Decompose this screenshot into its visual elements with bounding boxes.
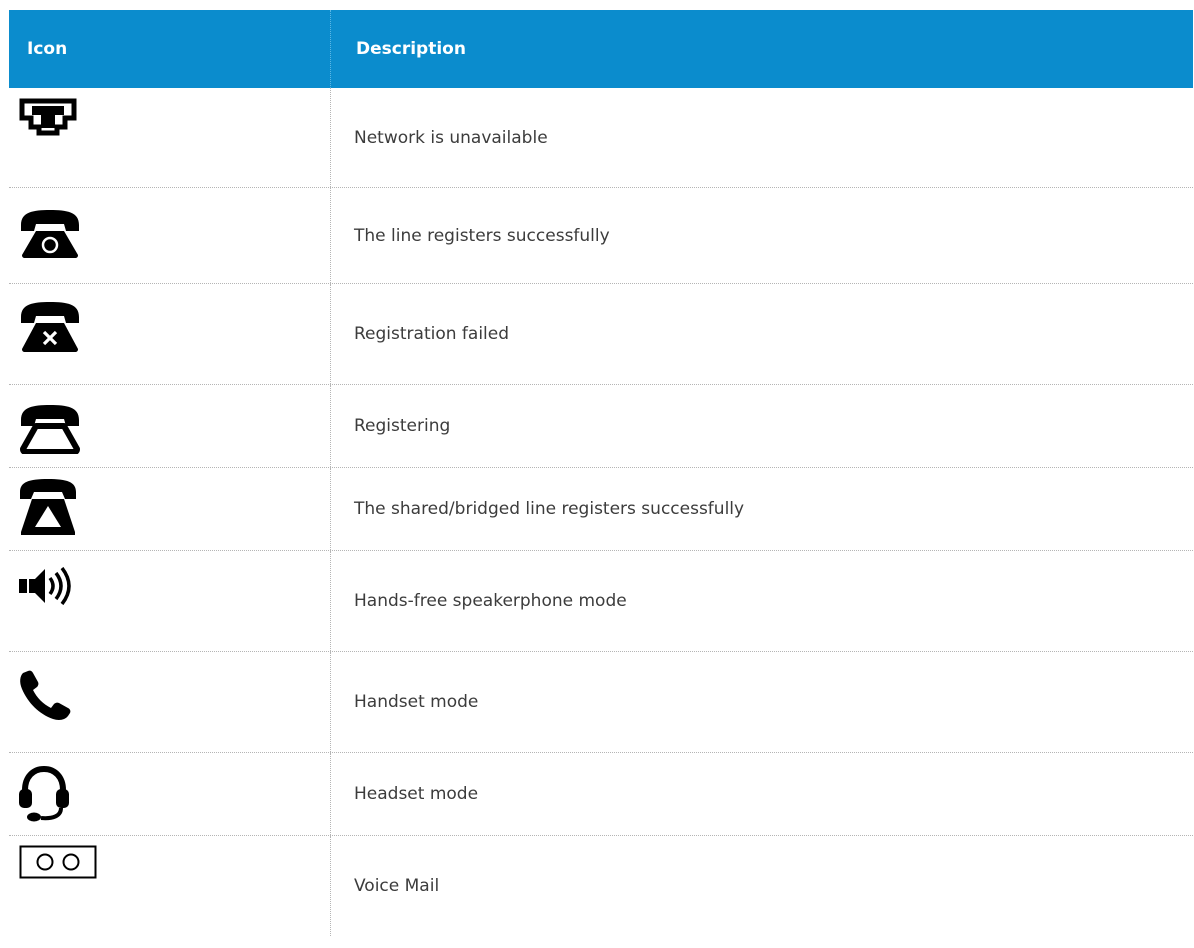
voicemail-icon: [19, 845, 97, 879]
header-divider: [330, 10, 331, 88]
table-row: Handset mode: [9, 652, 1193, 753]
row-description: The line registers successfully: [354, 225, 610, 246]
icon-cell: [9, 753, 331, 835]
description-cell: The shared/bridged line registers succes…: [331, 499, 744, 519]
table-row: Registering: [9, 385, 1193, 468]
description-cell: Voice Mail: [331, 876, 439, 896]
registration-failed-icon: [21, 302, 79, 352]
registering-icon: [20, 405, 80, 454]
icon-cell: [9, 652, 331, 752]
row-description: Hands-free speakerphone mode: [354, 591, 627, 611]
description-cell: Handset mode: [331, 692, 478, 712]
table-row: Voice Mail: [9, 836, 1193, 936]
header-description-column: Description: [356, 39, 466, 59]
icon-cell: [9, 188, 331, 283]
icon-cell: [9, 88, 331, 187]
icon-table: Icon Description Network is unavailable …: [9, 10, 1193, 936]
shared-line-registered-icon: [20, 479, 76, 535]
row-description: Headset mode: [354, 784, 479, 804]
icon-cell: [9, 385, 331, 467]
table-row: The shared/bridged line registers succes…: [9, 468, 1193, 551]
description-cell: Registering: [331, 416, 450, 436]
header-icon-column: Icon: [27, 39, 68, 59]
network-unavailable-icon: [19, 98, 77, 136]
icon-cell: [9, 284, 331, 384]
table-row: Registration failed: [9, 284, 1193, 385]
row-description: Registering: [354, 416, 451, 436]
row-description: Registration failed: [354, 324, 510, 344]
icon-cell: [9, 551, 331, 651]
description-cell: Network is unavailable: [331, 128, 548, 148]
line-registered-icon: [21, 210, 79, 258]
icon-cell: [9, 836, 331, 936]
speakerphone-icon: [19, 567, 71, 605]
handset-icon: [20, 670, 71, 720]
description-cell: The line registers successfully: [331, 226, 610, 246]
description-cell: Headset mode: [331, 784, 478, 804]
description-cell: Hands-free speakerphone mode: [331, 591, 627, 611]
table-row: Network is unavailable: [9, 88, 1193, 188]
row-description: Handset mode: [354, 692, 479, 712]
icon-cell: [9, 468, 331, 550]
table-row: Hands-free speakerphone mode: [9, 551, 1193, 652]
headset-icon: [19, 765, 69, 822]
row-description: Network is unavailable: [354, 127, 548, 148]
table-row: Headset mode: [9, 753, 1193, 836]
row-description: The shared/bridged line registers succes…: [354, 499, 745, 519]
row-description: Voice Mail: [354, 876, 440, 896]
table-row: The line registers successfully: [9, 188, 1193, 284]
table-header: Icon Description: [9, 10, 1193, 88]
description-cell: Registration failed: [331, 324, 509, 344]
